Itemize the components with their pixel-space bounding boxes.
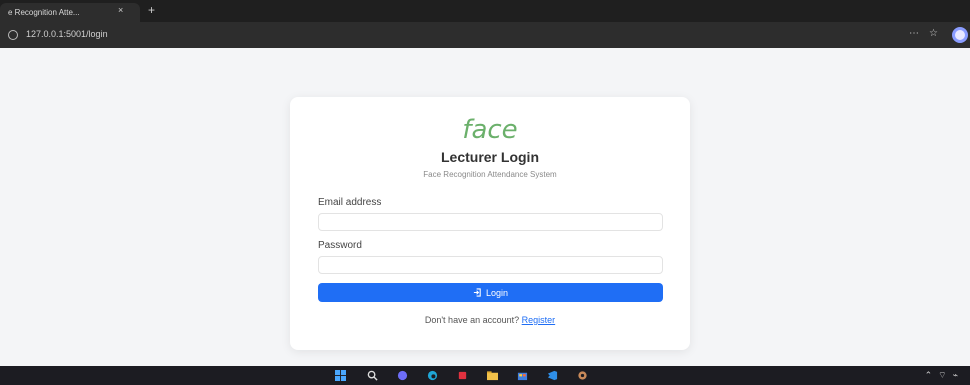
email-field[interactable] xyxy=(318,213,663,231)
new-tab-button[interactable]: + xyxy=(148,3,155,17)
face-logo: face xyxy=(462,115,518,145)
url-text[interactable]: 127.0.0.1:5001/login xyxy=(26,29,108,39)
app-red-icon[interactable] xyxy=(457,370,468,381)
profile-avatar[interactable] xyxy=(952,27,968,43)
password-label: Password xyxy=(318,240,362,251)
address-bar: 127.0.0.1:5001/login ⋯☆ xyxy=(0,22,970,48)
start-icon[interactable] xyxy=(335,370,346,381)
login-icon xyxy=(473,288,481,297)
system-tray-icons[interactable]: ⌃⌔⌁ xyxy=(925,370,964,381)
store-icon[interactable] xyxy=(517,370,528,381)
login-card: face Lecturer Login Face Recognition Att… xyxy=(290,97,690,350)
tab-close-icon[interactable]: × xyxy=(118,5,123,15)
register-row: Don't have an account? Register xyxy=(290,315,690,325)
chat-icon[interactable] xyxy=(397,370,408,381)
email-label: Email address xyxy=(318,197,382,208)
password-field[interactable] xyxy=(318,256,663,274)
app-gear-icon[interactable] xyxy=(577,370,588,381)
page-subtitle: Face Recognition Attendance System xyxy=(423,170,557,179)
vscode-icon[interactable] xyxy=(547,370,558,381)
edge-icon[interactable] xyxy=(427,370,438,381)
register-prompt: Don't have an account? xyxy=(424,315,520,325)
search-icon[interactable] xyxy=(367,370,378,381)
browser-tab[interactable]: e Recognition Atte... × xyxy=(0,3,140,22)
browser-tab-bar: e Recognition Atte... × + xyxy=(0,0,970,22)
login-button-label: Login xyxy=(485,287,509,298)
page-title: Lecturer Login xyxy=(440,149,539,165)
login-button[interactable]: Login xyxy=(318,283,663,302)
register-link[interactable]: Register xyxy=(522,315,556,325)
site-info-icon[interactable] xyxy=(8,30,18,40)
taskbar: ⌃⌔⌁ xyxy=(0,366,970,385)
extensions-icon[interactable]: ⋯☆ xyxy=(909,28,948,39)
tab-title: e Recognition Atte... xyxy=(8,8,80,17)
file-explorer-icon[interactable] xyxy=(487,370,498,381)
